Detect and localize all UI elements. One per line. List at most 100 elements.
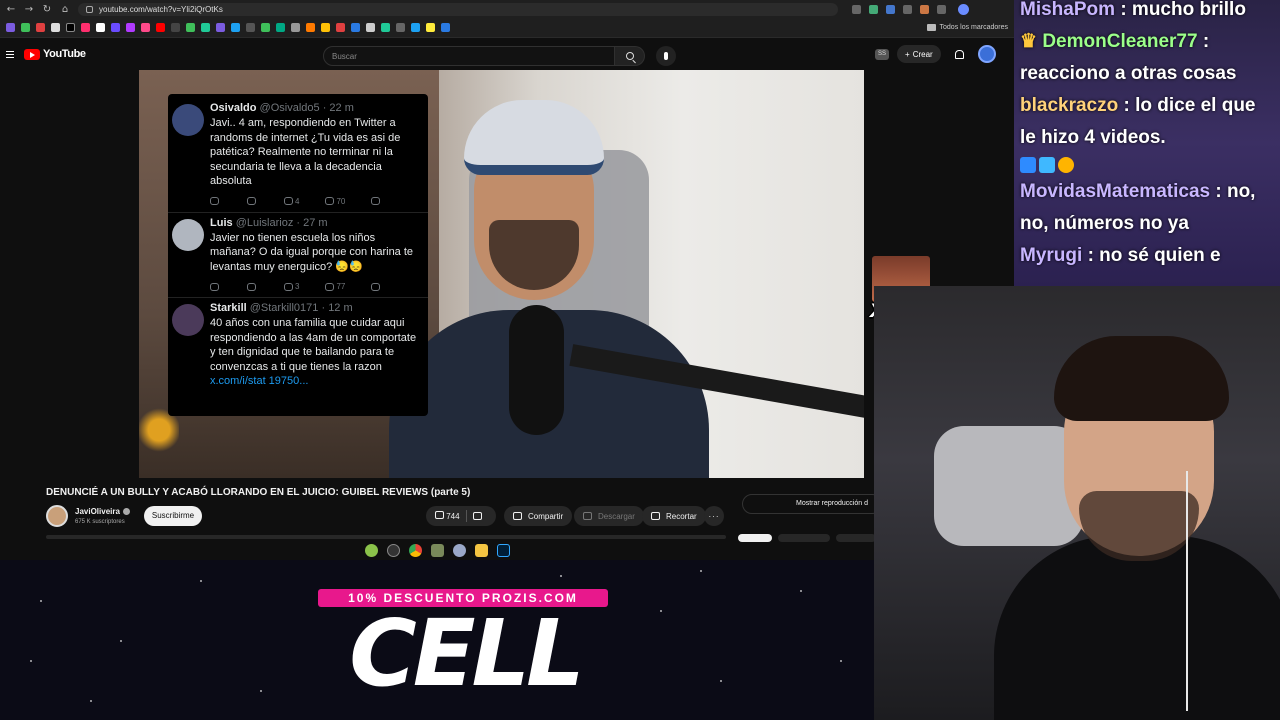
earphone-cable	[1186, 471, 1188, 711]
voice-search-button[interactable]	[656, 46, 676, 66]
forward-icon[interactable]: →	[24, 4, 34, 15]
thumbs-up-icon	[435, 511, 444, 519]
dislike-button[interactable]	[472, 512, 482, 520]
tweet-handle: @Starkill0171	[249, 302, 319, 314]
bookmark-icon[interactable]	[171, 23, 180, 32]
bookmark-icon[interactable]	[126, 23, 135, 32]
bookmark-icon[interactable]	[156, 23, 165, 32]
tweet-time: · 27 m	[296, 216, 328, 229]
reply-icon	[210, 197, 221, 206]
bookmark-icon[interactable]	[81, 23, 90, 32]
bookmark-icon[interactable]	[51, 23, 60, 32]
webcam-person-hair	[1054, 336, 1229, 421]
bookmark-icon[interactable]	[381, 23, 390, 32]
bookmark-icon[interactable]	[276, 23, 285, 32]
bookmark-icon[interactable]	[141, 23, 150, 32]
bookmark-icon[interactable]	[336, 23, 345, 32]
youtube-play-icon	[24, 48, 40, 60]
bookmark-icon[interactable]	[426, 23, 435, 32]
taskbar-app-icon[interactable]	[364, 543, 378, 557]
tweet-time: · 22 m	[322, 102, 354, 114]
retweet-icon	[247, 282, 258, 291]
taskbar	[0, 540, 1014, 560]
bookmark-icon[interactable]	[201, 23, 210, 32]
download-button[interactable]: Descargar	[574, 506, 644, 526]
taskbar-app-icon[interactable]	[386, 543, 400, 557]
menu-icon[interactable]	[6, 50, 14, 58]
bookmark-icon[interactable]	[66, 23, 75, 32]
video-player[interactable]: Osivaldo @Osivaldo5 · 22 m Javi.. 4 am, …	[139, 70, 864, 478]
taskbar-app-icon[interactable]	[430, 543, 444, 557]
tweet-header: Luis @Luislarioz · 27 m	[210, 217, 420, 229]
bookmark-icon[interactable]	[216, 23, 225, 32]
bookmark-icon[interactable]	[186, 23, 195, 32]
bookmark-icon[interactable]	[21, 23, 30, 32]
search-input[interactable]: Buscar	[323, 46, 615, 66]
subscribe-button[interactable]: Suscribirme	[144, 506, 202, 526]
taskbar-app-icon[interactable]	[452, 543, 466, 557]
bookmark-icon[interactable]	[111, 23, 120, 32]
channel-name[interactable]: JaviOliveira	[75, 507, 130, 516]
reply-icon	[210, 282, 221, 291]
microphone-icon	[664, 52, 668, 60]
extension-icon[interactable]	[903, 4, 912, 14]
search-button[interactable]	[615, 46, 645, 66]
bookmark-icon[interactable]	[36, 23, 45, 32]
bookmark-icon[interactable]	[321, 23, 330, 32]
bookmark-icon[interactable]	[306, 23, 315, 32]
create-button[interactable]: + Crear	[897, 45, 941, 63]
site-info-icon[interactable]	[86, 5, 93, 13]
bookmark-icon[interactable]	[96, 23, 105, 32]
back-icon[interactable]: ←	[6, 4, 16, 15]
bookmark-icon[interactable]	[291, 23, 300, 32]
chrome-icon[interactable]	[408, 543, 422, 557]
download-icon	[583, 512, 592, 520]
extension-icon[interactable]	[869, 4, 878, 14]
youtube-logo[interactable]: YouTube	[24, 48, 86, 60]
bookmark-icon[interactable]	[396, 23, 405, 32]
cube-badge-icon	[1039, 157, 1055, 173]
show-chat-replay-button[interactable]: Mostrar reproducción d	[742, 494, 882, 514]
extension-icon[interactable]	[886, 4, 895, 14]
chat-username: Myrugi	[1020, 245, 1083, 266]
share-button[interactable]: Compartir	[504, 506, 573, 526]
bookmark-icon[interactable]	[246, 23, 255, 32]
clip-button[interactable]: Recortar	[642, 506, 706, 526]
description-box[interactable]	[46, 535, 726, 539]
all-bookmarks-folder[interactable]: Todos los marcadores	[926, 24, 1008, 31]
account-avatar[interactable]	[977, 45, 996, 63]
chat-username: blackraczo	[1020, 95, 1119, 116]
bookmark-icon[interactable]	[261, 23, 270, 32]
home-icon[interactable]: ⌂	[60, 4, 70, 15]
chat-badges	[1020, 154, 1274, 176]
tweet-text: Javi.. 4 am, respondiendo en Twitter a r…	[210, 117, 401, 187]
stream-scene: ← → ↻ ⌂ youtube.com/watch?v=Yli2iQrOtKs	[0, 0, 1280, 720]
channel-avatar[interactable]	[46, 505, 68, 527]
bookmark-icon[interactable]	[6, 23, 15, 32]
tweet-header: Starkill @Starkill0171 · 12 m	[210, 302, 420, 314]
reload-icon[interactable]: ↻	[42, 4, 52, 15]
chat-message: ♛ DemonCleaner77 : reacciono a otras cos…	[1020, 26, 1274, 90]
like-button[interactable]: 744	[435, 511, 460, 521]
notifications-bell-icon[interactable]	[954, 49, 964, 59]
profile-avatar[interactable]	[958, 3, 969, 15]
bookmark-icon[interactable]	[411, 23, 420, 32]
ss-badge[interactable]: SS	[875, 48, 890, 60]
more-actions-button[interactable]: ···	[704, 506, 724, 526]
bookmark-icon[interactable]	[231, 23, 240, 32]
extension-icon[interactable]	[852, 4, 861, 14]
address-bar[interactable]: youtube.com/watch?v=Yli2iQrOtKs	[78, 2, 838, 16]
tweet-author: Starkill	[210, 302, 247, 314]
chat-message: MishaPom : mucho brillo	[1020, 0, 1274, 26]
extension-icon[interactable]	[920, 4, 929, 14]
tweet: Osivaldo @Osivaldo5 · 22 m Javi.. 4 am, …	[168, 98, 428, 213]
bookmark-icon[interactable]	[366, 23, 375, 32]
menu-icon[interactable]	[937, 4, 946, 14]
bookmark-icon[interactable]	[441, 23, 450, 32]
verified-icon	[122, 508, 130, 516]
bookmark-icon[interactable]	[351, 23, 360, 32]
folder-icon[interactable]	[474, 543, 488, 557]
photoshop-icon[interactable]	[496, 543, 510, 557]
tweet-avatar	[172, 218, 204, 251]
chat-message: blackraczo : lo dice el que le hizo 4 vi…	[1020, 90, 1274, 154]
